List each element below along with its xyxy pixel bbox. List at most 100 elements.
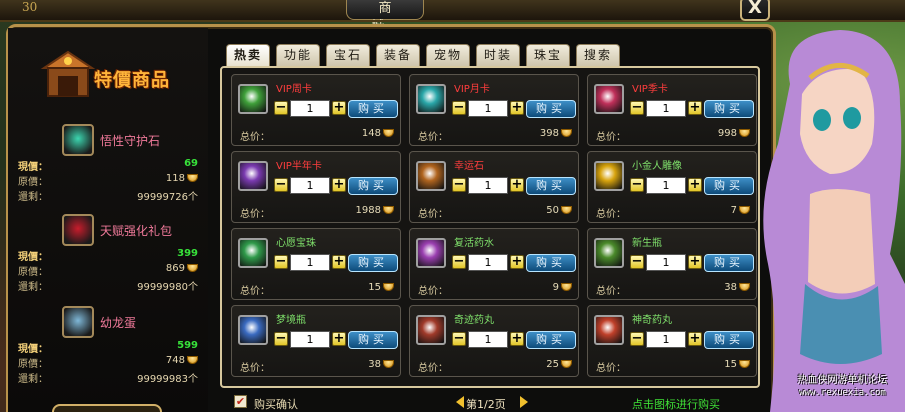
increase-button[interactable]: +	[332, 101, 346, 115]
title-divider	[0, 20, 905, 22]
vip-month-card-icon[interactable]	[416, 84, 446, 114]
promo-banner: 特價商品	[40, 40, 190, 104]
gold-statue-icon[interactable]	[594, 161, 624, 191]
rebirth-bottle-icon[interactable]	[594, 238, 624, 268]
promo-item[interactable]: 幼龙蛋 現價： 599 原價： 748 還剩： 99999983个	[18, 306, 206, 396]
close-button[interactable]: X	[740, 0, 770, 21]
purchase-confirm-checkbox[interactable]: ✔	[234, 395, 247, 408]
quantity-input[interactable]: 1	[290, 100, 330, 117]
quantity-input[interactable]: 1	[646, 100, 686, 117]
watermark: 热血侠网游单机论坛 www.rexuexia.com	[780, 374, 905, 400]
quantity-input[interactable]: 1	[646, 331, 686, 348]
decrease-button[interactable]: −	[630, 332, 644, 346]
decrease-button[interactable]: −	[452, 178, 466, 192]
buy-button[interactable]: 购买	[348, 254, 398, 272]
vip-week-card-icon[interactable]	[238, 84, 268, 114]
buy-button[interactable]: 购买	[526, 331, 576, 349]
promo-now-price: 599	[177, 340, 198, 351]
prev-page-icon[interactable]	[456, 396, 464, 408]
increase-button[interactable]: +	[332, 332, 346, 346]
gold-coin-icon	[739, 360, 750, 368]
decrease-button[interactable]: −	[630, 178, 644, 192]
left-panel-bottom-button[interactable]	[52, 404, 162, 412]
decrease-button[interactable]: −	[630, 101, 644, 115]
revive-potion-icon[interactable]	[416, 238, 446, 268]
promo-now-price: 399	[177, 248, 198, 259]
increase-button[interactable]: +	[510, 101, 524, 115]
decrease-button[interactable]: −	[452, 255, 466, 269]
tab-4[interactable]: 宠物	[426, 44, 470, 66]
miracle-pill-icon[interactable]	[416, 315, 446, 345]
promo-left-count: 99999983个	[137, 374, 198, 385]
promo-left-row: 還剩： 99999983个	[18, 370, 202, 385]
decrease-button[interactable]: −	[630, 255, 644, 269]
quantity-input[interactable]: 1	[468, 177, 508, 194]
quantity-input[interactable]: 1	[646, 254, 686, 271]
tab-2[interactable]: 宝石	[326, 44, 370, 66]
dream-bottle-icon[interactable]	[238, 315, 268, 345]
tab-3[interactable]: 装备	[376, 44, 420, 66]
increase-button[interactable]: +	[688, 255, 702, 269]
increase-button[interactable]: +	[332, 178, 346, 192]
increase-button[interactable]: +	[332, 255, 346, 269]
promo-item[interactable]: 天赋强化礼包 現價： 399 原價： 869 還剩： 99999980个	[18, 214, 206, 304]
decrease-button[interactable]: −	[274, 255, 288, 269]
tab-0[interactable]: 热卖	[226, 44, 270, 66]
quantity-input[interactable]: 1	[468, 254, 508, 271]
decrease-button[interactable]: −	[274, 332, 288, 346]
item-card: 梦境瓶 − 1 + 购买 总价： 38	[231, 305, 401, 377]
quantity-input[interactable]: 1	[468, 100, 508, 117]
buy-button[interactable]: 购买	[526, 177, 576, 195]
dragon-egg-icon[interactable]	[62, 306, 94, 338]
item-card: 复活药水 − 1 + 购买 总价： 9	[409, 228, 579, 300]
quantity-input[interactable]: 1	[290, 177, 330, 194]
tab-6[interactable]: 珠宝	[526, 44, 570, 66]
increase-button[interactable]: +	[688, 101, 702, 115]
buy-button[interactable]: 购买	[526, 254, 576, 272]
total-price-wrap: 50	[546, 205, 572, 216]
quantity-input[interactable]: 1	[290, 254, 330, 271]
promo-item[interactable]: 悟性守护石 現價： 69 原價： 118 還剩： 99999726个	[18, 124, 206, 214]
quantity-input[interactable]: 1	[290, 331, 330, 348]
corner-ornament: 30	[0, 0, 60, 20]
tab-7[interactable]: 搜索	[576, 44, 620, 66]
buy-button[interactable]: 购买	[704, 100, 754, 118]
item-card: 奇迹药丸 − 1 + 购买 总价： 25	[409, 305, 579, 377]
item-grid: VIP周卡 − 1 + 购买 总价： 148 VIP月卡 − 1 + 购买 总价…	[220, 66, 760, 388]
increase-button[interactable]: +	[510, 178, 524, 192]
increase-button[interactable]: +	[688, 178, 702, 192]
buy-button[interactable]: 购买	[348, 177, 398, 195]
buy-button[interactable]: 购买	[348, 100, 398, 118]
tab-5[interactable]: 时装	[476, 44, 520, 66]
promo-now-label: 現價：	[18, 162, 48, 173]
wish-pearl-icon[interactable]	[238, 238, 268, 268]
quantity-stepper: − 1 + 购买	[452, 254, 576, 272]
gift-box-icon[interactable]	[62, 214, 94, 246]
gold-coin-icon	[561, 360, 572, 368]
lucky-stone-icon[interactable]	[416, 161, 446, 191]
buy-button[interactable]: 购买	[526, 100, 576, 118]
purchase-confirm-label: 购买确认	[254, 398, 298, 411]
quantity-input[interactable]: 1	[646, 177, 686, 194]
next-page-icon[interactable]	[520, 396, 528, 408]
increase-button[interactable]: +	[688, 332, 702, 346]
buy-button[interactable]: 购买	[704, 254, 754, 272]
vip-season-card-icon[interactable]	[594, 84, 624, 114]
quantity-input[interactable]: 1	[468, 331, 508, 348]
total-price-wrap: 9	[553, 282, 572, 293]
increase-button[interactable]: +	[510, 332, 524, 346]
magic-pill-icon[interactable]	[594, 315, 624, 345]
buy-button[interactable]: 购买	[348, 331, 398, 349]
vip-halfyear-card-icon[interactable]	[238, 161, 268, 191]
gold-coin-icon	[383, 360, 394, 368]
promo-now-row: 現價： 599	[18, 340, 202, 355]
increase-button[interactable]: +	[510, 255, 524, 269]
decrease-button[interactable]: −	[452, 101, 466, 115]
jade-orb-icon[interactable]	[62, 124, 94, 156]
tab-1[interactable]: 功能	[276, 44, 320, 66]
decrease-button[interactable]: −	[452, 332, 466, 346]
decrease-button[interactable]: −	[274, 178, 288, 192]
decrease-button[interactable]: −	[274, 101, 288, 115]
buy-button[interactable]: 购买	[704, 331, 754, 349]
buy-button[interactable]: 购买	[704, 177, 754, 195]
